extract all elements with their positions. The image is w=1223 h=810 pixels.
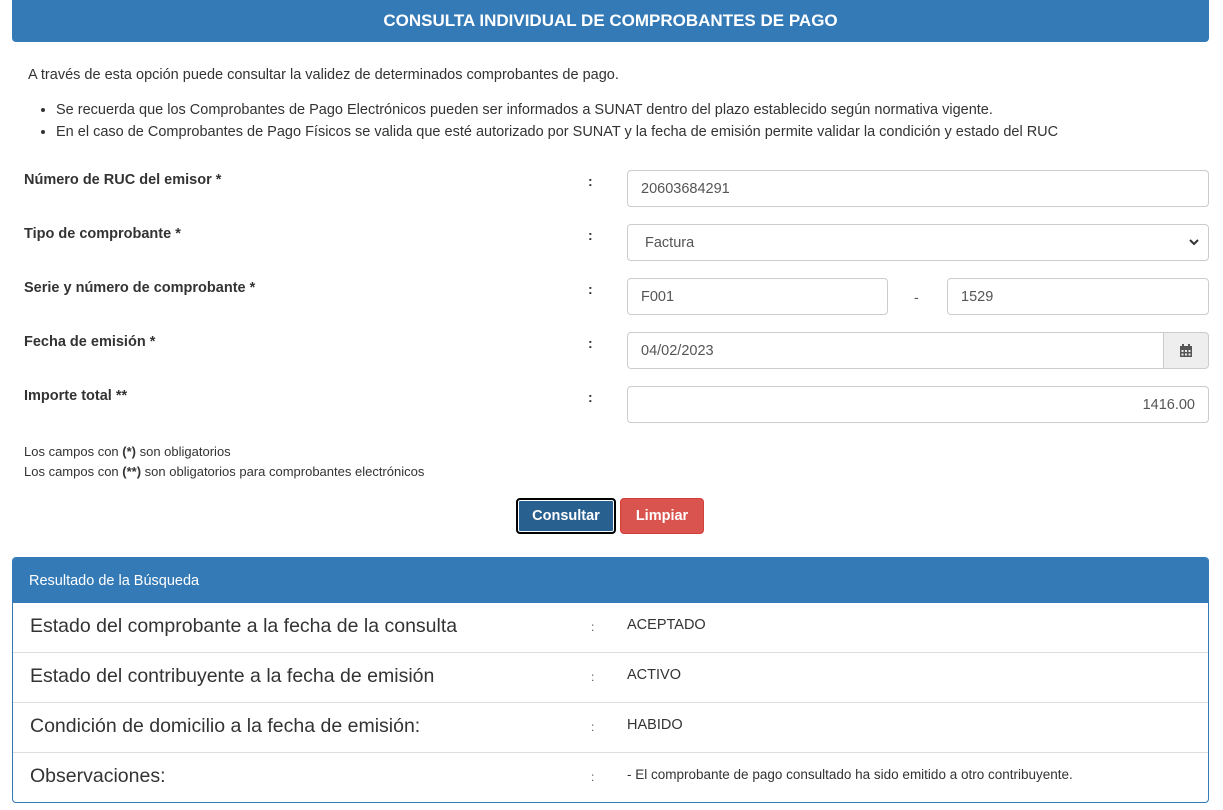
colon: : xyxy=(588,335,593,351)
importe-value: 1416.00 xyxy=(1142,396,1195,413)
tipo-label: Tipo de comprobante * xyxy=(24,226,181,242)
chevron-down-icon xyxy=(1189,239,1199,246)
ruc-value: 20603684291 xyxy=(641,180,730,197)
colon: : xyxy=(591,620,595,634)
numero-value: 1529 xyxy=(961,288,994,305)
serie-value: F001 xyxy=(641,288,675,305)
result-value: ACTIVO xyxy=(627,667,681,683)
tipo-value: Factura xyxy=(645,234,695,251)
colon: : xyxy=(588,173,593,189)
result-label: Estado del contribuyente a la fecha de e… xyxy=(30,665,435,687)
numero-input[interactable]: 1529 xyxy=(947,278,1209,315)
importe-input[interactable]: 1416.00 xyxy=(627,386,1209,423)
result-label: Condición de domicilio a la fecha de emi… xyxy=(30,715,421,737)
info-list: Se recuerda que los Comprobantes de Pago… xyxy=(38,99,1058,143)
result-row: Estado del comprobante a la fecha de la … xyxy=(13,603,1208,653)
serie-separator: - xyxy=(914,289,919,305)
result-row: Observaciones: : - El comprobante de pag… xyxy=(13,753,1208,802)
fecha-input[interactable]: 04/02/2023 xyxy=(627,332,1164,369)
importe-label: Importe total ** xyxy=(24,388,128,404)
result-panel-title: Resultado de la Búsqueda xyxy=(13,558,1208,603)
ruc-label: Número de RUC del emisor * xyxy=(24,172,222,188)
colon: : xyxy=(588,227,593,243)
colon: : xyxy=(588,281,593,297)
calendar-button[interactable] xyxy=(1163,332,1209,369)
ruc-input[interactable]: 20603684291 xyxy=(627,170,1209,207)
fecha-label: Fecha de emisión * xyxy=(24,334,156,350)
calendar-icon xyxy=(1180,343,1192,357)
result-panel: Resultado de la Búsqueda Estado del comp… xyxy=(12,557,1209,803)
page-title: CONSULTA INDIVIDUAL DE COMPROBANTES DE P… xyxy=(383,11,838,30)
result-label: Observaciones: xyxy=(30,765,166,787)
page-header: CONSULTA INDIVIDUAL DE COMPROBANTES DE P… xyxy=(12,0,1209,42)
result-value: - El comprobante de pago consultado ha s… xyxy=(627,767,1073,782)
note-required-electronic: Los campos con (**) son obligatorios par… xyxy=(24,464,425,479)
note-required: Los campos con (*) son obligatorios xyxy=(24,444,231,459)
result-value: ACEPTADO xyxy=(627,617,706,633)
result-label: Estado del comprobante a la fecha de la … xyxy=(30,615,458,637)
result-row: Estado del contribuyente a la fecha de e… xyxy=(13,653,1208,703)
tipo-select[interactable]: Factura xyxy=(627,224,1209,261)
colon: : xyxy=(591,720,595,734)
consultar-button[interactable]: Consultar xyxy=(516,498,616,534)
info-item: Se recuerda que los Comprobantes de Pago… xyxy=(56,99,1058,121)
required-notes: Los campos con (*) son obligatorios Los … xyxy=(24,442,424,482)
colon: : xyxy=(588,389,593,405)
intro-text: A través de esta opción puede consultar … xyxy=(28,67,619,83)
result-row: Condición de domicilio a la fecha de emi… xyxy=(13,703,1208,753)
limpiar-button[interactable]: Limpiar xyxy=(620,498,704,534)
info-item: En el caso de Comprobantes de Pago Físic… xyxy=(56,121,1058,143)
result-value: HABIDO xyxy=(627,717,683,733)
colon: : xyxy=(591,670,595,684)
fecha-value: 04/02/2023 xyxy=(641,342,714,359)
serie-label: Serie y número de comprobante * xyxy=(24,280,256,296)
serie-input[interactable]: F001 xyxy=(627,278,888,315)
colon: : xyxy=(591,770,595,784)
